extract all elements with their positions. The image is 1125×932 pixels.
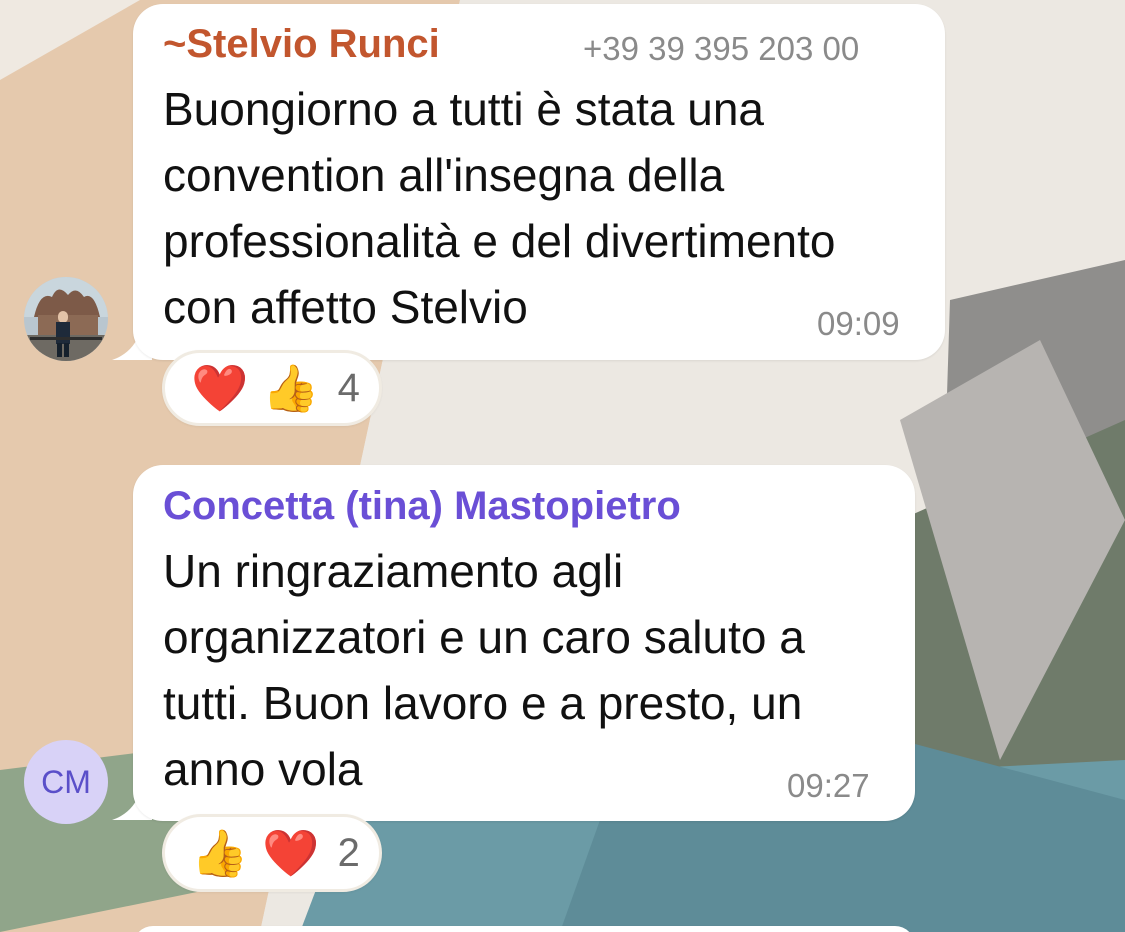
message-line: convention all'insegna della — [163, 149, 725, 201]
avatar[interactable]: CM — [24, 740, 108, 824]
message-line: organizzatori e un caro saluto a — [163, 611, 805, 663]
reaction-count: 4 — [337, 365, 360, 410]
reactions-bar[interactable]: 👍 ❤️ 2 — [162, 814, 382, 892]
sender-name[interactable]: ~Stelvio Runci — [163, 22, 440, 67]
reactions-bar[interactable]: ❤️ 👍 4 — [162, 350, 382, 426]
red-heart-icon: ❤️ — [191, 361, 249, 415]
sender-phone[interactable]: +39 39 395 203 00 — [583, 30, 859, 68]
thumbs-up-icon: 👍 — [191, 826, 249, 880]
thumbs-up-icon: 👍 — [262, 361, 320, 415]
avatar[interactable] — [24, 277, 108, 361]
message-line: Un ringraziamento agli — [163, 545, 624, 597]
message-line: anno vola — [163, 743, 363, 795]
profile-photo-icon — [24, 277, 108, 361]
next-message-bubble[interactable] — [133, 926, 915, 932]
message-line: tutti. Buon lavoro e a presto, un — [163, 677, 803, 729]
chat-background: ~Stelvio Runci +39 39 395 203 00 Buongio… — [0, 0, 1125, 932]
sender-name[interactable]: Concetta (tina) Mastopietro — [163, 484, 681, 529]
avatar-initials: CM — [41, 763, 91, 800]
message-time: 09:27 — [787, 767, 870, 804]
message-line: professionalità e del divertimento — [163, 215, 836, 267]
reaction-count: 2 — [337, 830, 360, 875]
message-line: con affetto Stelvio — [163, 281, 528, 333]
message-time: 09:09 — [817, 305, 900, 342]
message-line: Buongiorno a tutti è stata una — [163, 83, 764, 135]
red-heart-icon: ❤️ — [262, 826, 320, 880]
